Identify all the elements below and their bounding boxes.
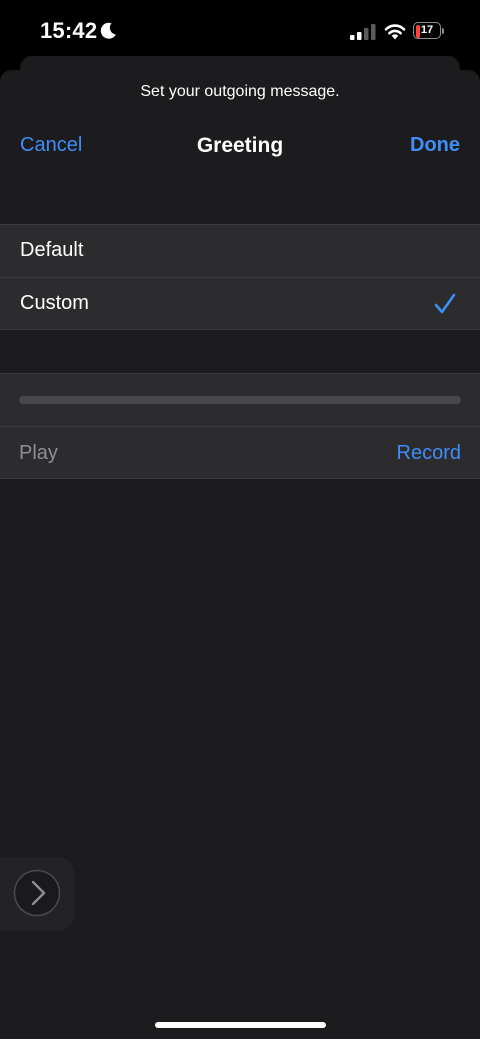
record-button[interactable]: Record <box>397 442 461 465</box>
wifi-icon <box>384 24 406 40</box>
page-title: Greeting <box>196 134 284 157</box>
signal-icon <box>350 24 376 40</box>
status-bar: 15:42 17 <box>0 0 480 64</box>
checkmark-icon <box>434 293 456 314</box>
moon-icon <box>100 22 116 39</box>
home-indicator[interactable] <box>155 1022 326 1028</box>
recording-progress-bar <box>19 396 461 404</box>
greeting-options-list: Default Custom <box>0 224 480 330</box>
chevron-right-icon[interactable] <box>13 869 61 917</box>
battery-level: 17 <box>420 24 434 36</box>
done-button[interactable]: Done <box>410 134 460 157</box>
option-label: Custom <box>20 292 89 314</box>
battery-icon: 17 <box>413 22 447 41</box>
recording-controls-row: Play Record <box>0 426 480 478</box>
recording-progress-row <box>0 374 480 426</box>
option-label: Default <box>20 239 84 261</box>
option-custom[interactable]: Custom <box>0 277 480 329</box>
recording-panel: Play Record <box>0 373 480 479</box>
status-time: 15:42 <box>40 18 98 43</box>
sheet-prompt: Set your outgoing message. <box>140 83 340 100</box>
option-default[interactable]: Default <box>0 225 480 277</box>
play-button[interactable]: Play <box>19 442 58 465</box>
